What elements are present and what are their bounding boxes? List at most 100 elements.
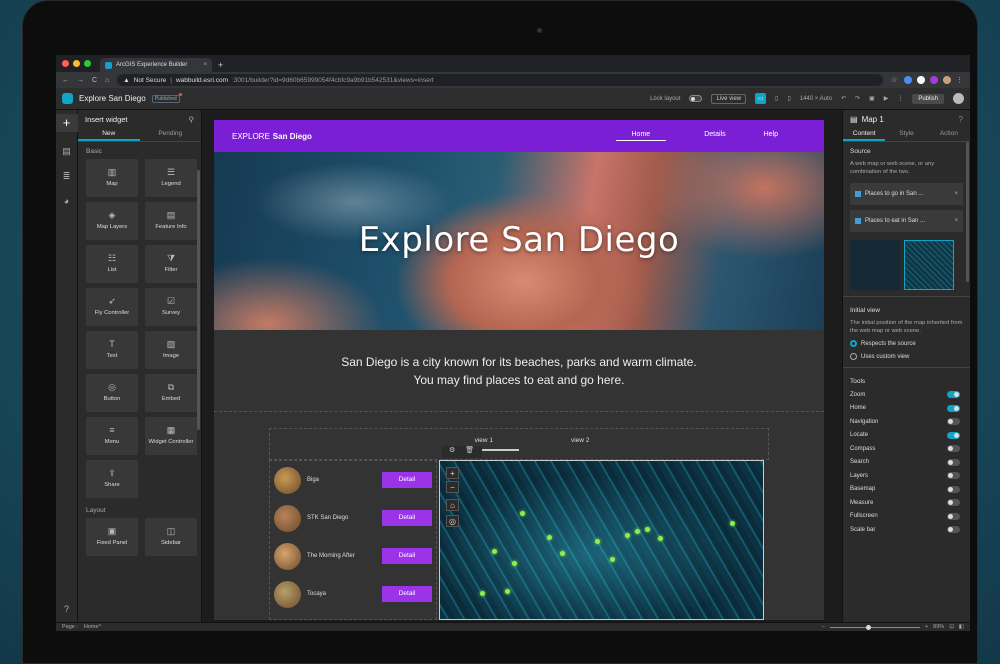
map-pin[interactable] [505, 589, 510, 594]
nav-details[interactable]: Details [704, 131, 725, 141]
profile-icon[interactable] [943, 76, 951, 84]
zoom-out-icon[interactable]: − [446, 481, 459, 493]
new-tab-button[interactable]: + [218, 58, 223, 72]
site-header[interactable]: EXPLORE San Diego Home Details Help [214, 120, 824, 152]
extension-icon[interactable] [917, 76, 925, 84]
map-thumbnail[interactable] [850, 240, 900, 290]
tool-toggle[interactable] [947, 485, 960, 493]
widget-card-filter[interactable]: ⧩ Filter [145, 245, 197, 283]
help-icon[interactable]: ? [64, 604, 69, 614]
widget-card-menu[interactable]: ≡ Menu [86, 417, 138, 455]
save-icon[interactable]: ▣ [869, 95, 875, 102]
live-view-button[interactable]: Live view [711, 93, 747, 104]
map-pin[interactable] [560, 551, 565, 556]
panel-icon[interactable]: ◧ [959, 624, 964, 630]
remove-icon[interactable]: × [954, 191, 958, 197]
widget-card-map[interactable]: ▥ Map [86, 159, 138, 197]
tab-new[interactable]: New [78, 128, 140, 141]
settings-scrollbar[interactable] [966, 142, 969, 282]
widget-card-image[interactable]: ▨ Image [145, 331, 197, 369]
widget-card-fly-controller[interactable]: ➶ Fly Controller [86, 288, 138, 326]
tool-toggle[interactable] [947, 391, 960, 399]
widget-card-fixed-panel[interactable]: ▣ Fixed Panel [86, 518, 138, 556]
tab-content[interactable]: Content [843, 128, 886, 141]
remove-icon[interactable]: × [954, 218, 958, 224]
intro-text[interactable]: San Diego is a city known for its beache… [214, 330, 824, 412]
minimize-window-button[interactable] [73, 60, 80, 67]
list-item[interactable]: Biga Detail [270, 461, 436, 499]
respects-source-radio[interactable]: Respects the source [843, 337, 970, 350]
map-pin[interactable] [512, 561, 517, 566]
detail-button[interactable]: Detail [382, 586, 432, 602]
widget-card-survey[interactable]: ☑ Survey [145, 288, 197, 326]
tab-style[interactable]: Style [885, 128, 927, 141]
app-title[interactable]: Explore San Diego [79, 94, 146, 103]
widget-card-map-layers[interactable]: ◈ Map Layers [86, 202, 138, 240]
data-icon[interactable]: ≣ [63, 171, 71, 182]
undo-icon[interactable]: ↶ [841, 95, 846, 102]
tool-toggle[interactable] [947, 404, 960, 412]
custom-view-radio[interactable]: Uses custom view [843, 350, 970, 363]
map-pin[interactable] [547, 535, 552, 540]
panel-scrollbar[interactable] [197, 170, 200, 430]
desktop-device-icon[interactable]: ▭ [755, 93, 767, 104]
publish-button[interactable]: Publish [912, 93, 944, 104]
browser-tab[interactable]: ArcGIS Experience Builder × [100, 58, 212, 72]
source-item[interactable]: Places to eat in San ... × [850, 210, 963, 232]
widget-card-list[interactable]: ☷ List [86, 245, 138, 283]
view-2-tab[interactable]: view 2 [571, 437, 589, 459]
tool-toggle[interactable] [947, 512, 960, 520]
redo-icon[interactable]: ↷ [855, 95, 860, 102]
theme-icon[interactable]: ◕ [64, 196, 69, 206]
widget-card-legend[interactable]: ☰ Legend [145, 159, 197, 197]
nav-home[interactable]: Home [615, 131, 667, 141]
zoom-in-icon[interactable]: + [925, 624, 928, 630]
insert-widget-icon[interactable]: + [56, 114, 78, 132]
tablet-device-icon[interactable]: ▯ [775, 95, 778, 102]
tool-toggle[interactable] [947, 431, 960, 439]
page-icon[interactable]: ▤ [62, 146, 71, 157]
source-item[interactable]: Places to go in San ... × [850, 183, 963, 205]
map-pin[interactable] [595, 539, 600, 544]
star-icon[interactable]: ☆ [891, 76, 899, 84]
tab-pending[interactable]: Pending [140, 128, 202, 141]
tool-toggle[interactable] [947, 458, 960, 466]
nav-help[interactable]: Help [764, 131, 778, 141]
delete-icon[interactable]: 🗑 [465, 446, 474, 458]
zoom-slider[interactable] [829, 624, 920, 630]
tool-toggle[interactable] [947, 445, 960, 453]
detail-button[interactable]: Detail [382, 472, 432, 488]
page-selector[interactable]: Home^ [84, 624, 101, 630]
screen-size-dropdown[interactable]: 1440 × Auto [800, 96, 832, 102]
map-pin[interactable] [520, 511, 525, 516]
zoom-in-icon[interactable]: + [446, 467, 459, 479]
widget-card-embed[interactable]: ⧉ Embed [145, 374, 197, 412]
widget-card-button[interactable]: ◎ Button [86, 374, 138, 412]
widget-card-widget-controller[interactable]: ▦ Widget Controller [145, 417, 197, 455]
map-pin[interactable] [610, 557, 615, 562]
map-pin[interactable] [480, 591, 485, 596]
hero-image[interactable]: Explore San Diego [214, 152, 824, 330]
widget-card-text[interactable]: T Text [86, 331, 138, 369]
search-icon[interactable]: ⚲ [189, 115, 195, 124]
settings-icon[interactable]: ⚙ [449, 446, 455, 458]
more-icon[interactable]: ⋮ [897, 95, 903, 102]
list-item[interactable]: Tocaya Detail [270, 575, 436, 613]
phone-device-icon[interactable]: ▯ [787, 95, 790, 102]
fit-icon[interactable]: ⊡ [949, 624, 954, 630]
tool-toggle[interactable] [947, 418, 960, 426]
home-icon[interactable]: ⌂ [105, 77, 109, 84]
scene-thumbnail[interactable] [904, 240, 954, 290]
zoom-out-icon[interactable]: − [822, 624, 825, 630]
tool-toggle[interactable] [947, 499, 960, 507]
widget-card-feature-info[interactable]: ▤ Feature Info [145, 202, 197, 240]
list-item[interactable]: The Morning After Detail [270, 537, 436, 575]
maximize-window-button[interactable] [84, 60, 91, 67]
close-tab-icon[interactable]: × [203, 62, 207, 68]
map-pin[interactable] [645, 527, 650, 532]
forward-icon[interactable]: → [77, 77, 84, 84]
widget-card-share[interactable]: ⇪ Share [86, 460, 138, 498]
kebab-menu-icon[interactable]: ⋮ [956, 76, 964, 84]
list-item[interactable]: STK San Diego Detail [270, 499, 436, 537]
tool-toggle[interactable] [947, 472, 960, 480]
